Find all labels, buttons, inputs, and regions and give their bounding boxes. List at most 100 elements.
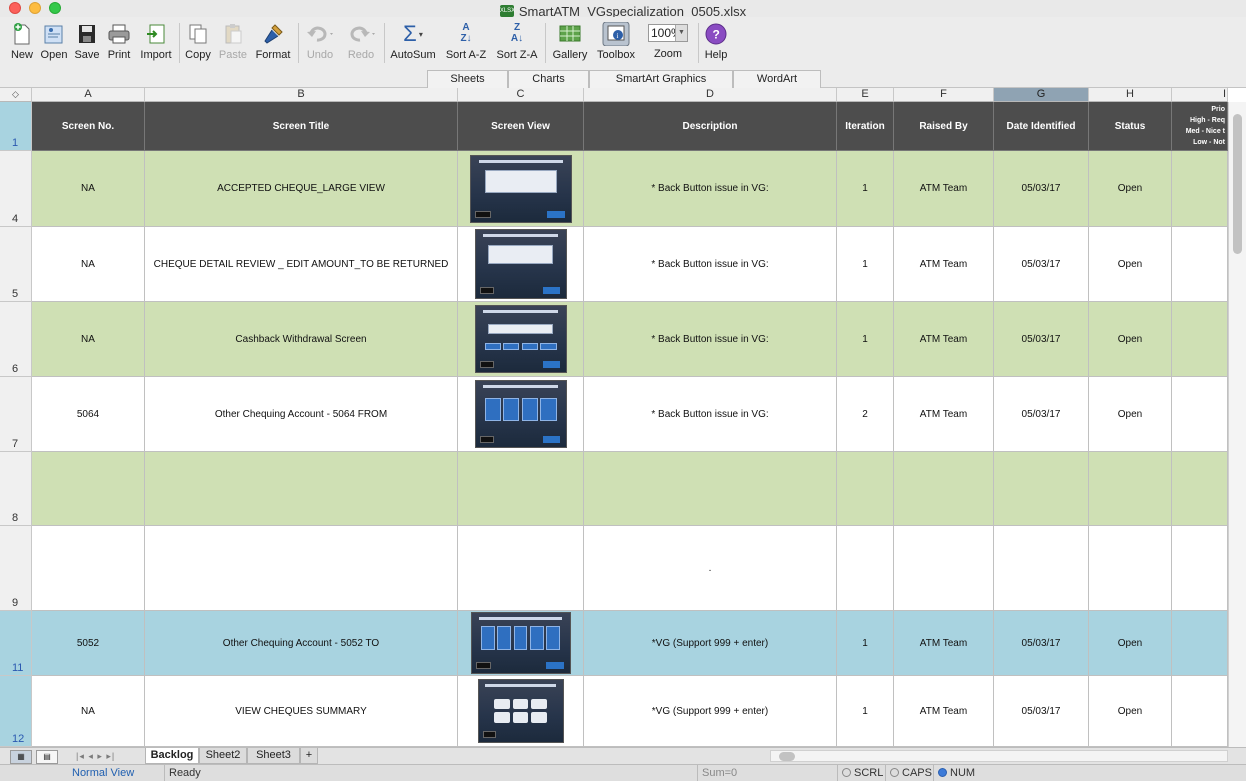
cell-screen-view[interactable] xyxy=(458,526,584,611)
cell-iteration[interactable]: 1 xyxy=(837,611,894,676)
cell-screen-title[interactable] xyxy=(145,452,458,526)
cell-raised-by[interactable] xyxy=(894,452,994,526)
horizontal-scrollbar[interactable] xyxy=(770,750,1228,762)
page-layout-view-button[interactable]: ▤ xyxy=(36,750,58,764)
normal-view-button[interactable]: ▦ xyxy=(10,750,32,764)
row-header[interactable]: 11 xyxy=(0,611,32,676)
scrollbar-thumb[interactable] xyxy=(1233,114,1242,254)
header-cell-description[interactable]: Description xyxy=(584,102,837,151)
cell-screen-view[interactable] xyxy=(458,302,584,377)
cell-screen-view[interactable] xyxy=(458,227,584,302)
tab-sheets[interactable]: Sheets xyxy=(427,70,508,88)
screen-thumbnail-image[interactable] xyxy=(469,154,572,223)
cell-screen-view[interactable] xyxy=(458,452,584,526)
row-header[interactable]: 7 xyxy=(0,377,32,452)
cell-description[interactable]: * Back Button issue in VG: xyxy=(584,227,837,302)
row-header[interactable]: 6 xyxy=(0,302,32,377)
cell-description[interactable]: . xyxy=(584,526,837,611)
cell-status[interactable]: Open xyxy=(1089,377,1172,452)
cell-priority[interactable] xyxy=(1172,611,1228,676)
cell-status[interactable]: Open xyxy=(1089,676,1172,747)
sheet-tab-sheet2[interactable]: Sheet2 xyxy=(199,748,247,764)
cell-priority[interactable] xyxy=(1172,227,1228,302)
cell-priority[interactable] xyxy=(1172,302,1228,377)
screen-thumbnail-image[interactable] xyxy=(474,229,567,299)
cell-screen-no[interactable]: NA xyxy=(32,227,145,302)
save-button[interactable]: Save xyxy=(73,22,101,61)
row-header[interactable]: 9 xyxy=(0,526,32,611)
screen-thumbnail-image[interactable] xyxy=(474,305,567,373)
header-cell-raised-by[interactable]: Raised By xyxy=(894,102,994,151)
cell-screen-view[interactable] xyxy=(458,611,584,676)
cell-screen-title[interactable]: Other Chequing Account - 5052 TO xyxy=(145,611,458,676)
cell-priority[interactable] xyxy=(1172,377,1228,452)
tab-wordart[interactable]: WordArt xyxy=(733,70,821,88)
cell-screen-view[interactable] xyxy=(458,151,584,227)
header-cell-screen-no[interactable]: Screen No. xyxy=(32,102,145,151)
select-all-button[interactable]: ◇ xyxy=(0,88,32,102)
tab-smartart-graphics[interactable]: SmartArt Graphics xyxy=(589,70,733,88)
cell-raised-by[interactable] xyxy=(894,526,994,611)
cell-screen-title[interactable]: ACCEPTED CHEQUE_LARGE VIEW xyxy=(145,151,458,227)
cell-priority[interactable] xyxy=(1172,526,1228,611)
spreadsheet-grid[interactable]: ◇ A B C D E F G H I 1 Screen No. Screen … xyxy=(0,88,1246,747)
sort-a-z-button[interactable]: A Z↓ Sort A-Z xyxy=(442,22,490,61)
column-header-c[interactable]: C xyxy=(458,88,584,102)
new-button[interactable]: New xyxy=(8,22,36,61)
row-header[interactable]: 12 xyxy=(0,676,32,747)
cell-iteration[interactable]: 1 xyxy=(837,151,894,227)
cell-date-identified[interactable] xyxy=(994,452,1089,526)
row-header[interactable]: 8 xyxy=(0,452,32,526)
scrollbar-thumb[interactable] xyxy=(779,752,795,761)
cell-raised-by[interactable]: ATM Team xyxy=(894,676,994,747)
column-header-f[interactable]: F xyxy=(894,88,994,102)
cell-status[interactable]: Open xyxy=(1089,227,1172,302)
row-header[interactable]: 4 xyxy=(0,151,32,227)
tab-charts[interactable]: Charts xyxy=(508,70,589,88)
cell-date-identified[interactable]: 05/03/17 xyxy=(994,611,1089,676)
screen-thumbnail-image[interactable] xyxy=(474,380,567,448)
screen-thumbnail-image[interactable] xyxy=(477,679,564,743)
sheet-tab-sheet3[interactable]: Sheet3 xyxy=(247,748,300,764)
column-header-e[interactable]: E xyxy=(837,88,894,102)
cell-iteration[interactable] xyxy=(837,526,894,611)
column-header-i[interactable]: I xyxy=(1172,88,1228,102)
zoom-window-button[interactable] xyxy=(49,2,61,14)
column-header-b[interactable]: B xyxy=(145,88,458,102)
toolbox-button[interactable]: i Toolbox xyxy=(594,21,638,61)
cell-priority[interactable] xyxy=(1172,151,1228,227)
cell-description[interactable] xyxy=(584,452,837,526)
gallery-button[interactable]: Gallery xyxy=(549,22,591,61)
sheet-tab-backlog[interactable]: Backlog xyxy=(145,748,199,764)
import-button[interactable]: Import xyxy=(137,22,175,61)
cell-date-identified[interactable]: 05/03/17 xyxy=(994,377,1089,452)
cell-screen-view[interactable] xyxy=(458,676,584,747)
cell-status[interactable] xyxy=(1089,526,1172,611)
cell-iteration[interactable]: 2 xyxy=(837,377,894,452)
cell-status[interactable]: Open xyxy=(1089,151,1172,227)
cell-screen-title[interactable] xyxy=(145,526,458,611)
undo-button[interactable]: Undo xyxy=(302,22,338,61)
cell-screen-title[interactable]: Other Chequing Account - 5064 FROM xyxy=(145,377,458,452)
cell-date-identified[interactable]: 05/03/17 xyxy=(994,151,1089,227)
vertical-scrollbar[interactable] xyxy=(1228,102,1246,747)
cell-raised-by[interactable]: ATM Team xyxy=(894,377,994,452)
cell-raised-by[interactable]: ATM Team xyxy=(894,227,994,302)
cell-screen-title[interactable]: VIEW CHEQUES SUMMARY xyxy=(145,676,458,747)
cell-status[interactable]: Open xyxy=(1089,302,1172,377)
add-sheet-button[interactable]: + xyxy=(300,748,318,764)
cell-iteration[interactable] xyxy=(837,452,894,526)
cell-screen-no[interactable]: NA xyxy=(32,302,145,377)
cell-iteration[interactable]: 1 xyxy=(837,302,894,377)
cell-screen-title[interactable]: Cashback Withdrawal Screen xyxy=(145,302,458,377)
cell-screen-no[interactable] xyxy=(32,526,145,611)
cell-screen-view[interactable] xyxy=(458,377,584,452)
paste-button[interactable]: Paste xyxy=(216,22,250,61)
cell-screen-no[interactable]: 5064 xyxy=(32,377,145,452)
cell-priority[interactable] xyxy=(1172,452,1228,526)
header-cell-priority[interactable]: Prio High - Req Med - Nice t Low - Not xyxy=(1172,102,1228,151)
header-cell-screen-title[interactable]: Screen Title xyxy=(145,102,458,151)
cell-description[interactable]: * Back Button issue in VG: xyxy=(584,302,837,377)
cell-iteration[interactable]: 1 xyxy=(837,676,894,747)
minimize-window-button[interactable] xyxy=(29,2,41,14)
